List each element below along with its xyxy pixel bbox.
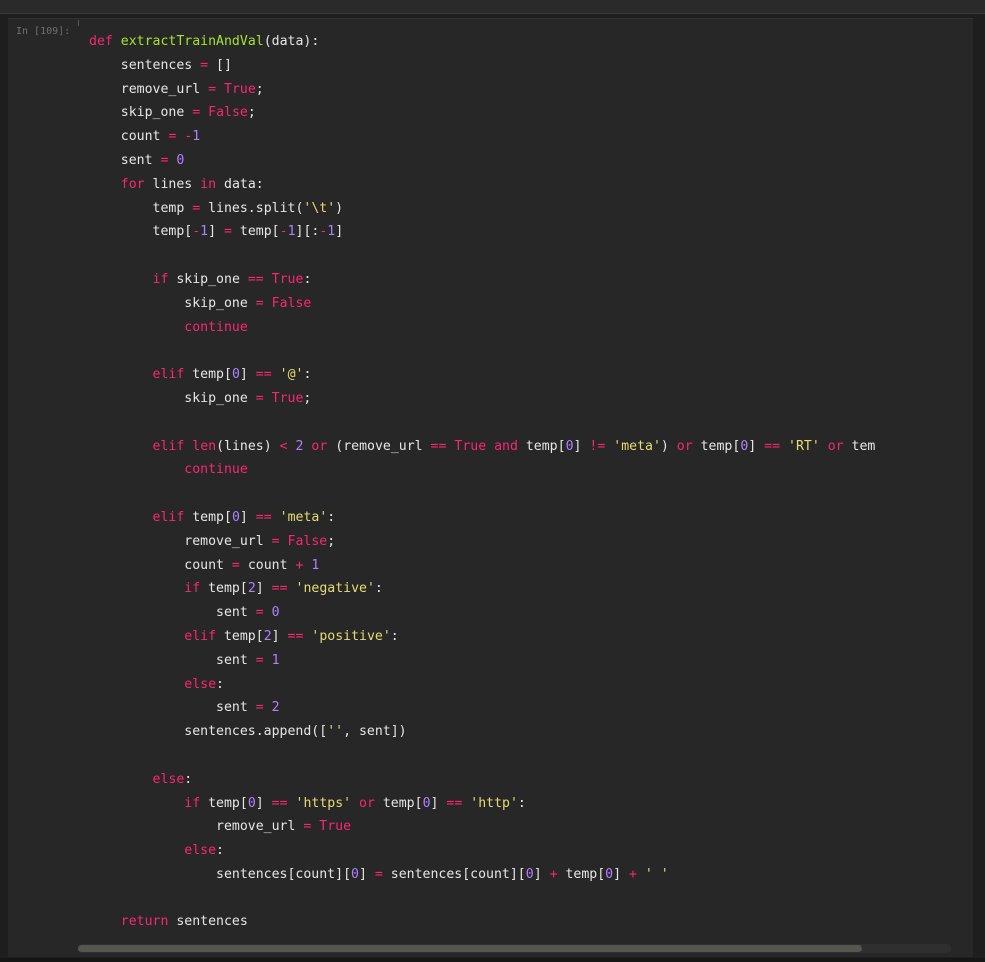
code-line[interactable]: skip_one = False — [89, 292, 951, 316]
code-line[interactable] — [89, 482, 951, 506]
code-line[interactable]: remove_url = False; — [89, 530, 951, 554]
code-line[interactable]: count = count + 1 — [89, 554, 951, 578]
cell-prompt: In [109]: — [16, 26, 71, 37]
code-line[interactable]: sentences = [] — [89, 54, 951, 78]
code-line[interactable]: sent = 0 — [89, 601, 951, 625]
scrollbar-thumb[interactable] — [78, 945, 862, 952]
code-line[interactable]: for lines in data: — [89, 173, 951, 197]
code-line[interactable]: elif temp[0] == '@': — [89, 363, 951, 387]
code-editor[interactable]: def extractTrainAndVal(data): sentences … — [89, 30, 951, 940]
code-line[interactable]: elif temp[0] == 'meta': — [89, 506, 951, 530]
previous-cell[interactable] — [0, 0, 985, 14]
code-line[interactable] — [89, 339, 951, 363]
code-line[interactable]: if temp[2] == 'negative': — [89, 577, 951, 601]
code-line[interactable]: count = -1 — [89, 125, 951, 149]
code-line[interactable]: remove_url = True — [89, 815, 951, 839]
code-line[interactable]: sentences[count][0] = sentences[count][0… — [89, 863, 951, 887]
code-line[interactable]: skip_one = True; — [89, 387, 951, 411]
code-line[interactable]: def extractTrainAndVal(data): — [89, 30, 951, 54]
code-line[interactable]: sent = 1 — [89, 649, 951, 673]
code-line[interactable]: continue — [89, 316, 951, 340]
code-line[interactable] — [89, 244, 951, 268]
code-line[interactable]: else: — [89, 768, 951, 792]
code-line[interactable]: return sentences — [89, 910, 951, 934]
gutter-divider — [78, 20, 79, 26]
code-line[interactable]: elif temp[2] == 'positive': — [89, 625, 951, 649]
code-line[interactable] — [89, 411, 951, 435]
code-line[interactable]: if temp[0] == 'https' or temp[0] == 'htt… — [89, 792, 951, 816]
code-line[interactable]: else: — [89, 839, 951, 863]
code-line[interactable]: elif len(lines) < 2 or (remove_url == Tr… — [89, 435, 951, 459]
horizontal-scrollbar[interactable] — [78, 944, 951, 953]
next-cell-edge — [0, 958, 985, 962]
code-line[interactable] — [89, 744, 951, 768]
code-line[interactable]: else: — [89, 673, 951, 697]
code-line[interactable]: continue — [89, 458, 951, 482]
code-line[interactable]: sent = 0 — [89, 149, 951, 173]
code-line[interactable] — [89, 887, 951, 911]
code-line[interactable]: skip_one = False; — [89, 101, 951, 125]
code-line[interactable]: if skip_one == True: — [89, 268, 951, 292]
code-line[interactable]: temp = lines.split('\t') — [89, 197, 951, 221]
code-line[interactable]: sentences.append(['', sent]) — [89, 720, 951, 744]
code-line[interactable]: temp[-1] = temp[-1][:-1] — [89, 220, 951, 244]
code-line[interactable]: remove_url = True; — [89, 78, 951, 102]
code-line[interactable]: sent = 2 — [89, 696, 951, 720]
